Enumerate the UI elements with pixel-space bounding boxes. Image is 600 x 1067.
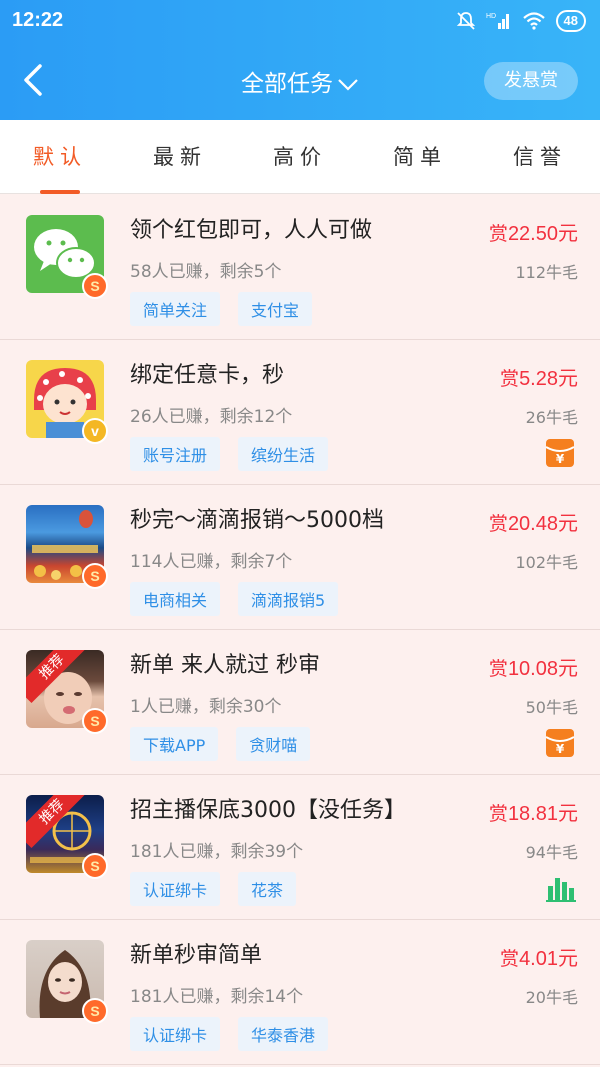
s-badge: S xyxy=(82,998,108,1024)
task-tags: 认证绑卡 华泰香港 xyxy=(130,1017,329,1051)
task-row[interactable]: 推荐 S 新单 来人就过 秒审 1人已赚，剩余30个 下载APP 贪财喵 赏10… xyxy=(0,630,600,775)
nav-bar: 全部任务 发悬赏 xyxy=(0,50,600,110)
task-tag: 华泰香港 xyxy=(238,1017,329,1051)
tab-label: 默认 xyxy=(33,145,87,169)
reward-prefix: 赏 xyxy=(488,658,508,680)
tab-label: 信誉 xyxy=(513,145,567,169)
task-row[interactable]: v 绑定任意卡，秒 26人已赚，剩余12个 账号注册 缤纷生活 赏5.28元 2… xyxy=(0,340,600,485)
s-badge: S xyxy=(82,853,108,879)
chevron-down-icon xyxy=(338,78,358,91)
task-title: 招主播保底3000【没任务】 xyxy=(130,798,406,823)
task-tag: 缤纷生活 xyxy=(238,437,329,471)
status-time: 12:22 xyxy=(12,9,64,31)
signal-icon: HD xyxy=(486,13,509,29)
reward-amount: 22.50元 xyxy=(507,223,578,245)
s-badge: S xyxy=(82,708,108,734)
task-meta: 58人已赚，剩余5个 xyxy=(130,262,282,282)
task-meta: 1人已赚，剩余30个 xyxy=(130,697,282,717)
task-wool-count: 50牛毛 xyxy=(525,698,578,717)
status-bar: 12:22 HD 48 xyxy=(0,0,600,42)
reward-amount: 5.28元 xyxy=(519,368,578,390)
task-reward: 赏22.50元 xyxy=(489,217,578,246)
reward-amount: 4.01元 xyxy=(519,948,578,970)
reward-prefix: 赏 xyxy=(488,513,508,535)
tab-high-price[interactable]: 高价 xyxy=(240,120,360,194)
red-packet-symbol: ¥ xyxy=(556,742,565,756)
reward-amount: 20.48元 xyxy=(507,513,578,535)
task-tag: 账号注册 xyxy=(130,437,221,471)
task-list: S 领个红包即可，人人可做 58人已赚，剩余5个 简单关注 支付宝 赏22.50… xyxy=(0,195,600,1065)
task-meta: 114人已赚，剩余7个 xyxy=(130,552,293,572)
red-packet-icon: ¥ xyxy=(545,439,575,467)
s-badge: S xyxy=(82,563,108,589)
task-title: 领个红包即可，人人可做 xyxy=(130,218,373,243)
page-title-text: 全部任务 xyxy=(241,71,333,97)
task-reward: 赏10.08元 xyxy=(489,652,578,681)
tab-default[interactable]: 默认 xyxy=(0,120,120,194)
post-reward-button[interactable]: 发悬赏 xyxy=(484,62,578,100)
task-wool-count: 20牛毛 xyxy=(525,988,578,1007)
task-tag: 简单关注 xyxy=(130,292,221,326)
task-reward: 赏18.81元 xyxy=(489,797,578,826)
reward-prefix: 赏 xyxy=(500,368,520,390)
task-reward: 赏4.01元 xyxy=(500,942,578,971)
task-wool-count: 102牛毛 xyxy=(515,553,578,572)
task-wool-count: 94牛毛 xyxy=(525,843,578,862)
tab-simple[interactable]: 简单 xyxy=(360,120,480,194)
task-title: 秒完～滴滴报销～5000档 xyxy=(130,508,384,533)
task-title: 绑定任意卡，秒 xyxy=(130,363,285,388)
network-type-label: HD xyxy=(486,13,496,20)
task-tag: 认证绑卡 xyxy=(130,872,221,906)
task-row[interactable]: S 秒完～滴滴报销～5000档 114人已赚，剩余7个 电商相关 滴滴报销5 赏… xyxy=(0,485,600,630)
tab-label: 最新 xyxy=(153,145,207,169)
task-tags: 电商相关 滴滴报销5 xyxy=(130,582,339,616)
tab-underline xyxy=(40,190,80,194)
reward-prefix: 赏 xyxy=(500,948,520,970)
task-row[interactable]: S 新单秒审简单 181人已赚，剩余14个 认证绑卡 华泰香港 赏4.01元 2… xyxy=(0,920,600,1065)
header: 12:22 HD 48 全部任务 发悬赏 xyxy=(0,0,600,120)
task-tags: 账号注册 缤纷生活 xyxy=(130,437,329,471)
task-reward: 赏5.28元 xyxy=(500,362,578,391)
reward-prefix: 赏 xyxy=(488,223,508,245)
red-packet-symbol: ¥ xyxy=(556,452,565,466)
task-meta: 26人已赚，剩余12个 xyxy=(130,407,293,427)
wifi-icon xyxy=(522,12,545,30)
task-wool-count: 112牛毛 xyxy=(515,263,578,282)
task-tag: 贪财喵 xyxy=(236,727,311,761)
task-row[interactable]: S 领个红包即可，人人可做 58人已赚，剩余5个 简单关注 支付宝 赏22.50… xyxy=(0,195,600,340)
tab-newest[interactable]: 最新 xyxy=(120,120,240,194)
task-tag: 滴滴报销5 xyxy=(238,582,339,616)
reward-prefix: 赏 xyxy=(488,803,508,825)
tab-reputation[interactable]: 信誉 xyxy=(480,120,600,194)
red-packet-icon: ¥ xyxy=(545,729,575,757)
reward-amount: 10.08元 xyxy=(507,658,578,680)
tab-label: 高价 xyxy=(273,145,327,169)
task-wool-count: 26牛毛 xyxy=(525,408,578,427)
task-tags: 下载APP 贪财喵 xyxy=(130,727,311,761)
task-meta: 181人已赚，剩余14个 xyxy=(130,987,304,1007)
bar-chart-icon xyxy=(546,878,576,902)
task-tag: 支付宝 xyxy=(238,292,313,326)
tab-label: 简单 xyxy=(393,145,447,169)
reward-amount: 18.81元 xyxy=(507,803,578,825)
filter-tabs: 默认 最新 高价 简单 信誉 xyxy=(0,120,600,194)
task-tags: 简单关注 支付宝 xyxy=(130,292,313,326)
v-badge: v xyxy=(82,418,108,444)
task-title: 新单秒审简单 xyxy=(130,943,263,968)
task-tag: 下载APP xyxy=(130,727,219,761)
mute-icon xyxy=(456,12,475,30)
task-tag: 认证绑卡 xyxy=(130,1017,221,1051)
task-title: 新单 来人就过 秒审 xyxy=(130,653,320,678)
battery-indicator: 48 xyxy=(555,10,586,32)
task-tag: 花茶 xyxy=(238,872,297,906)
task-tag: 电商相关 xyxy=(130,582,221,616)
s-badge: S xyxy=(82,273,108,299)
status-icons: HD 48 xyxy=(456,8,586,34)
task-meta: 181人已赚，剩余39个 xyxy=(130,842,304,862)
task-tags: 认证绑卡 花茶 xyxy=(130,872,297,906)
task-row[interactable]: 推荐 S 招主播保底3000【没任务】 181人已赚，剩余39个 认证绑卡 花茶… xyxy=(0,775,600,920)
task-reward: 赏20.48元 xyxy=(489,507,578,536)
